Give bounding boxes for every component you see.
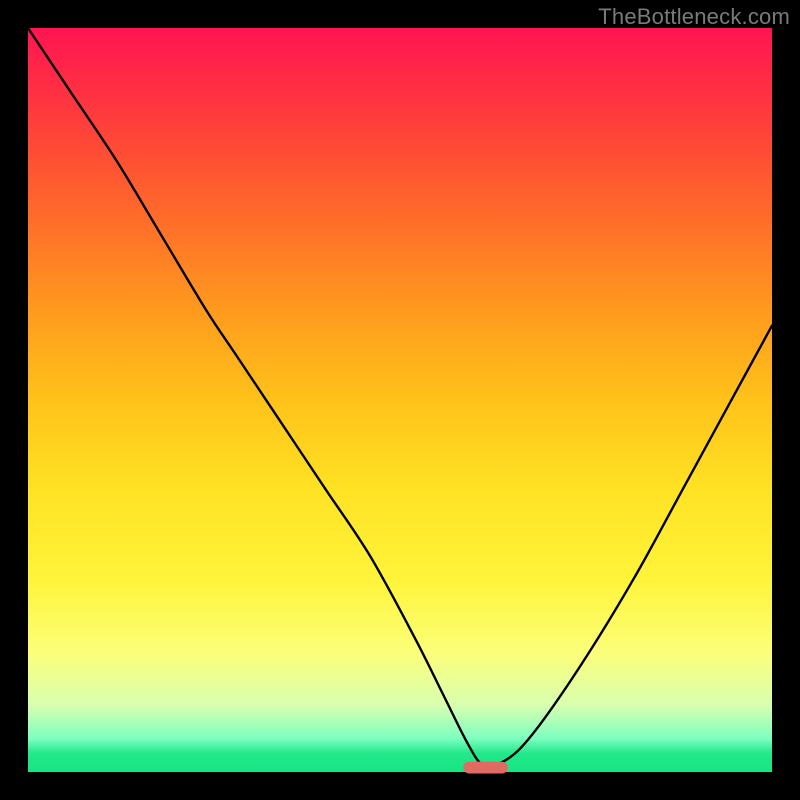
chart-area [28,28,772,772]
optimal-marker [463,762,508,774]
chart-svg [28,28,772,772]
watermark-text: TheBottleneck.com [598,4,790,30]
bottleneck-curve [28,28,772,767]
